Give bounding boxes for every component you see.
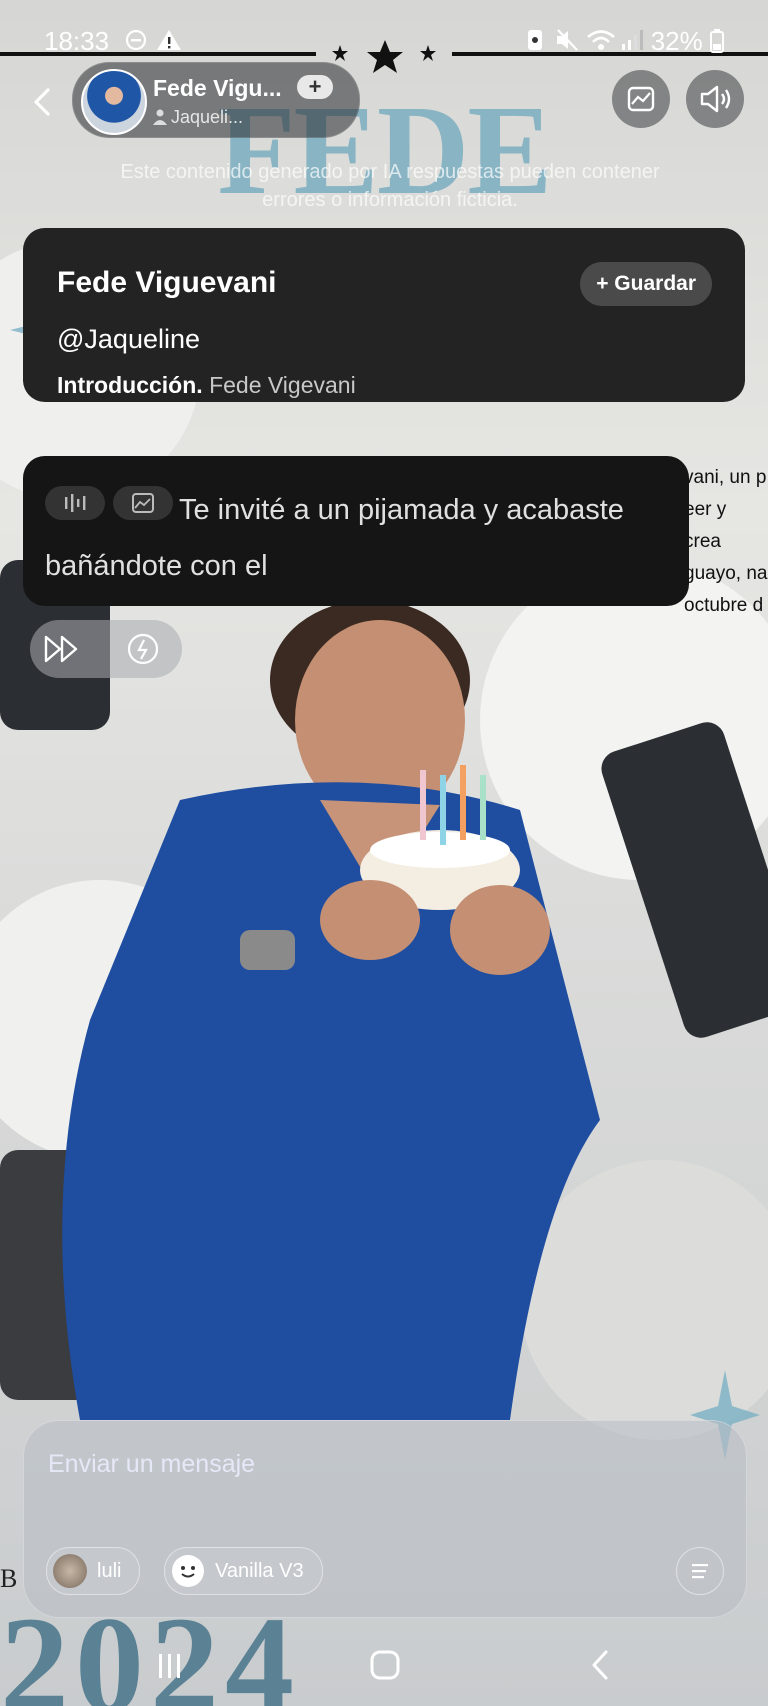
battery-level: 32%: [651, 26, 724, 57]
intro-label: Introducción.: [57, 372, 203, 398]
message-controls: [30, 620, 182, 678]
home-icon[interactable]: [368, 1648, 402, 1682]
model-label: Vanilla V3: [215, 1560, 304, 1582]
card-character-name: Fede Viguevani: [57, 266, 277, 299]
image-button[interactable]: [612, 70, 670, 128]
message-text: Te invité a un pijamada y acabaste bañán…: [45, 494, 624, 582]
back-nav-icon[interactable]: [584, 1648, 618, 1682]
navigation-bar: [0, 1626, 768, 1706]
persona-label: luli: [97, 1560, 122, 1582]
message-composer: luli Vanilla V3: [23, 1420, 747, 1618]
mute-icon: [557, 29, 578, 51]
person-with-cake: [62, 600, 600, 1420]
fast-forward-icon[interactable]: [44, 634, 80, 664]
voice-button[interactable]: [686, 70, 744, 128]
model-chip[interactable]: Vanilla V3: [164, 1547, 323, 1595]
warning-icon: [157, 30, 181, 50]
save-button[interactable]: + Guardar: [580, 262, 712, 306]
intro-text: Fede Vigevani: [209, 372, 356, 398]
character-header[interactable]: Fede Vigu... + Jaqueli...: [72, 62, 360, 138]
stars-decoration: [332, 40, 436, 73]
creator-name: Jaqueli...: [171, 107, 244, 127]
status-time: 18:33: [44, 26, 110, 56]
poster-side-line: vani, un p: [684, 467, 767, 488]
smiley-icon: [172, 1555, 204, 1587]
back-button[interactable]: [26, 84, 62, 120]
message-input[interactable]: [46, 1443, 650, 1485]
options-button[interactable]: [676, 1547, 724, 1595]
list-icon: [692, 1564, 708, 1579]
poster-disclaimer: Este contenido generado por IA respuesta…: [120, 161, 660, 211]
character-avatar[interactable]: [81, 69, 147, 135]
battery-icon: [710, 29, 724, 53]
card-intro: Introducción. Fede Vigevani: [57, 372, 356, 399]
persona-avatar: [53, 1554, 87, 1588]
do-not-disturb-icon: [125, 29, 147, 51]
card-handle: @Jaqueline: [57, 324, 201, 354]
follow-plus-button[interactable]: +: [297, 75, 333, 99]
wifi-icon: [587, 30, 615, 50]
poster-side-line: eer y crea: [684, 499, 727, 552]
recents-icon[interactable]: [154, 1650, 186, 1682]
sim-icon: [528, 30, 542, 50]
poster-side-line: guayo, na: [684, 563, 768, 584]
character-name: Fede Vigu...: [153, 75, 282, 101]
user-icon: [153, 109, 167, 125]
poster-side-line: octubre d: [684, 595, 764, 616]
signal-icon: [622, 30, 643, 50]
speaker-icon: [700, 85, 731, 113]
poster-side-text: vani, un p eer y crea guayo, na octubre …: [684, 462, 768, 622]
message-bubble[interactable]: Te invité a un pijamada y acabaste bañán…: [23, 456, 689, 606]
persona-chip[interactable]: luli: [46, 1547, 141, 1595]
intro-card: Fede Viguevani + Guardar @Jaqueline Intr…: [23, 228, 745, 402]
image-icon: [627, 86, 655, 112]
battery-percent: 32%: [650, 26, 703, 56]
lightbulb-icon[interactable]: [126, 632, 160, 666]
